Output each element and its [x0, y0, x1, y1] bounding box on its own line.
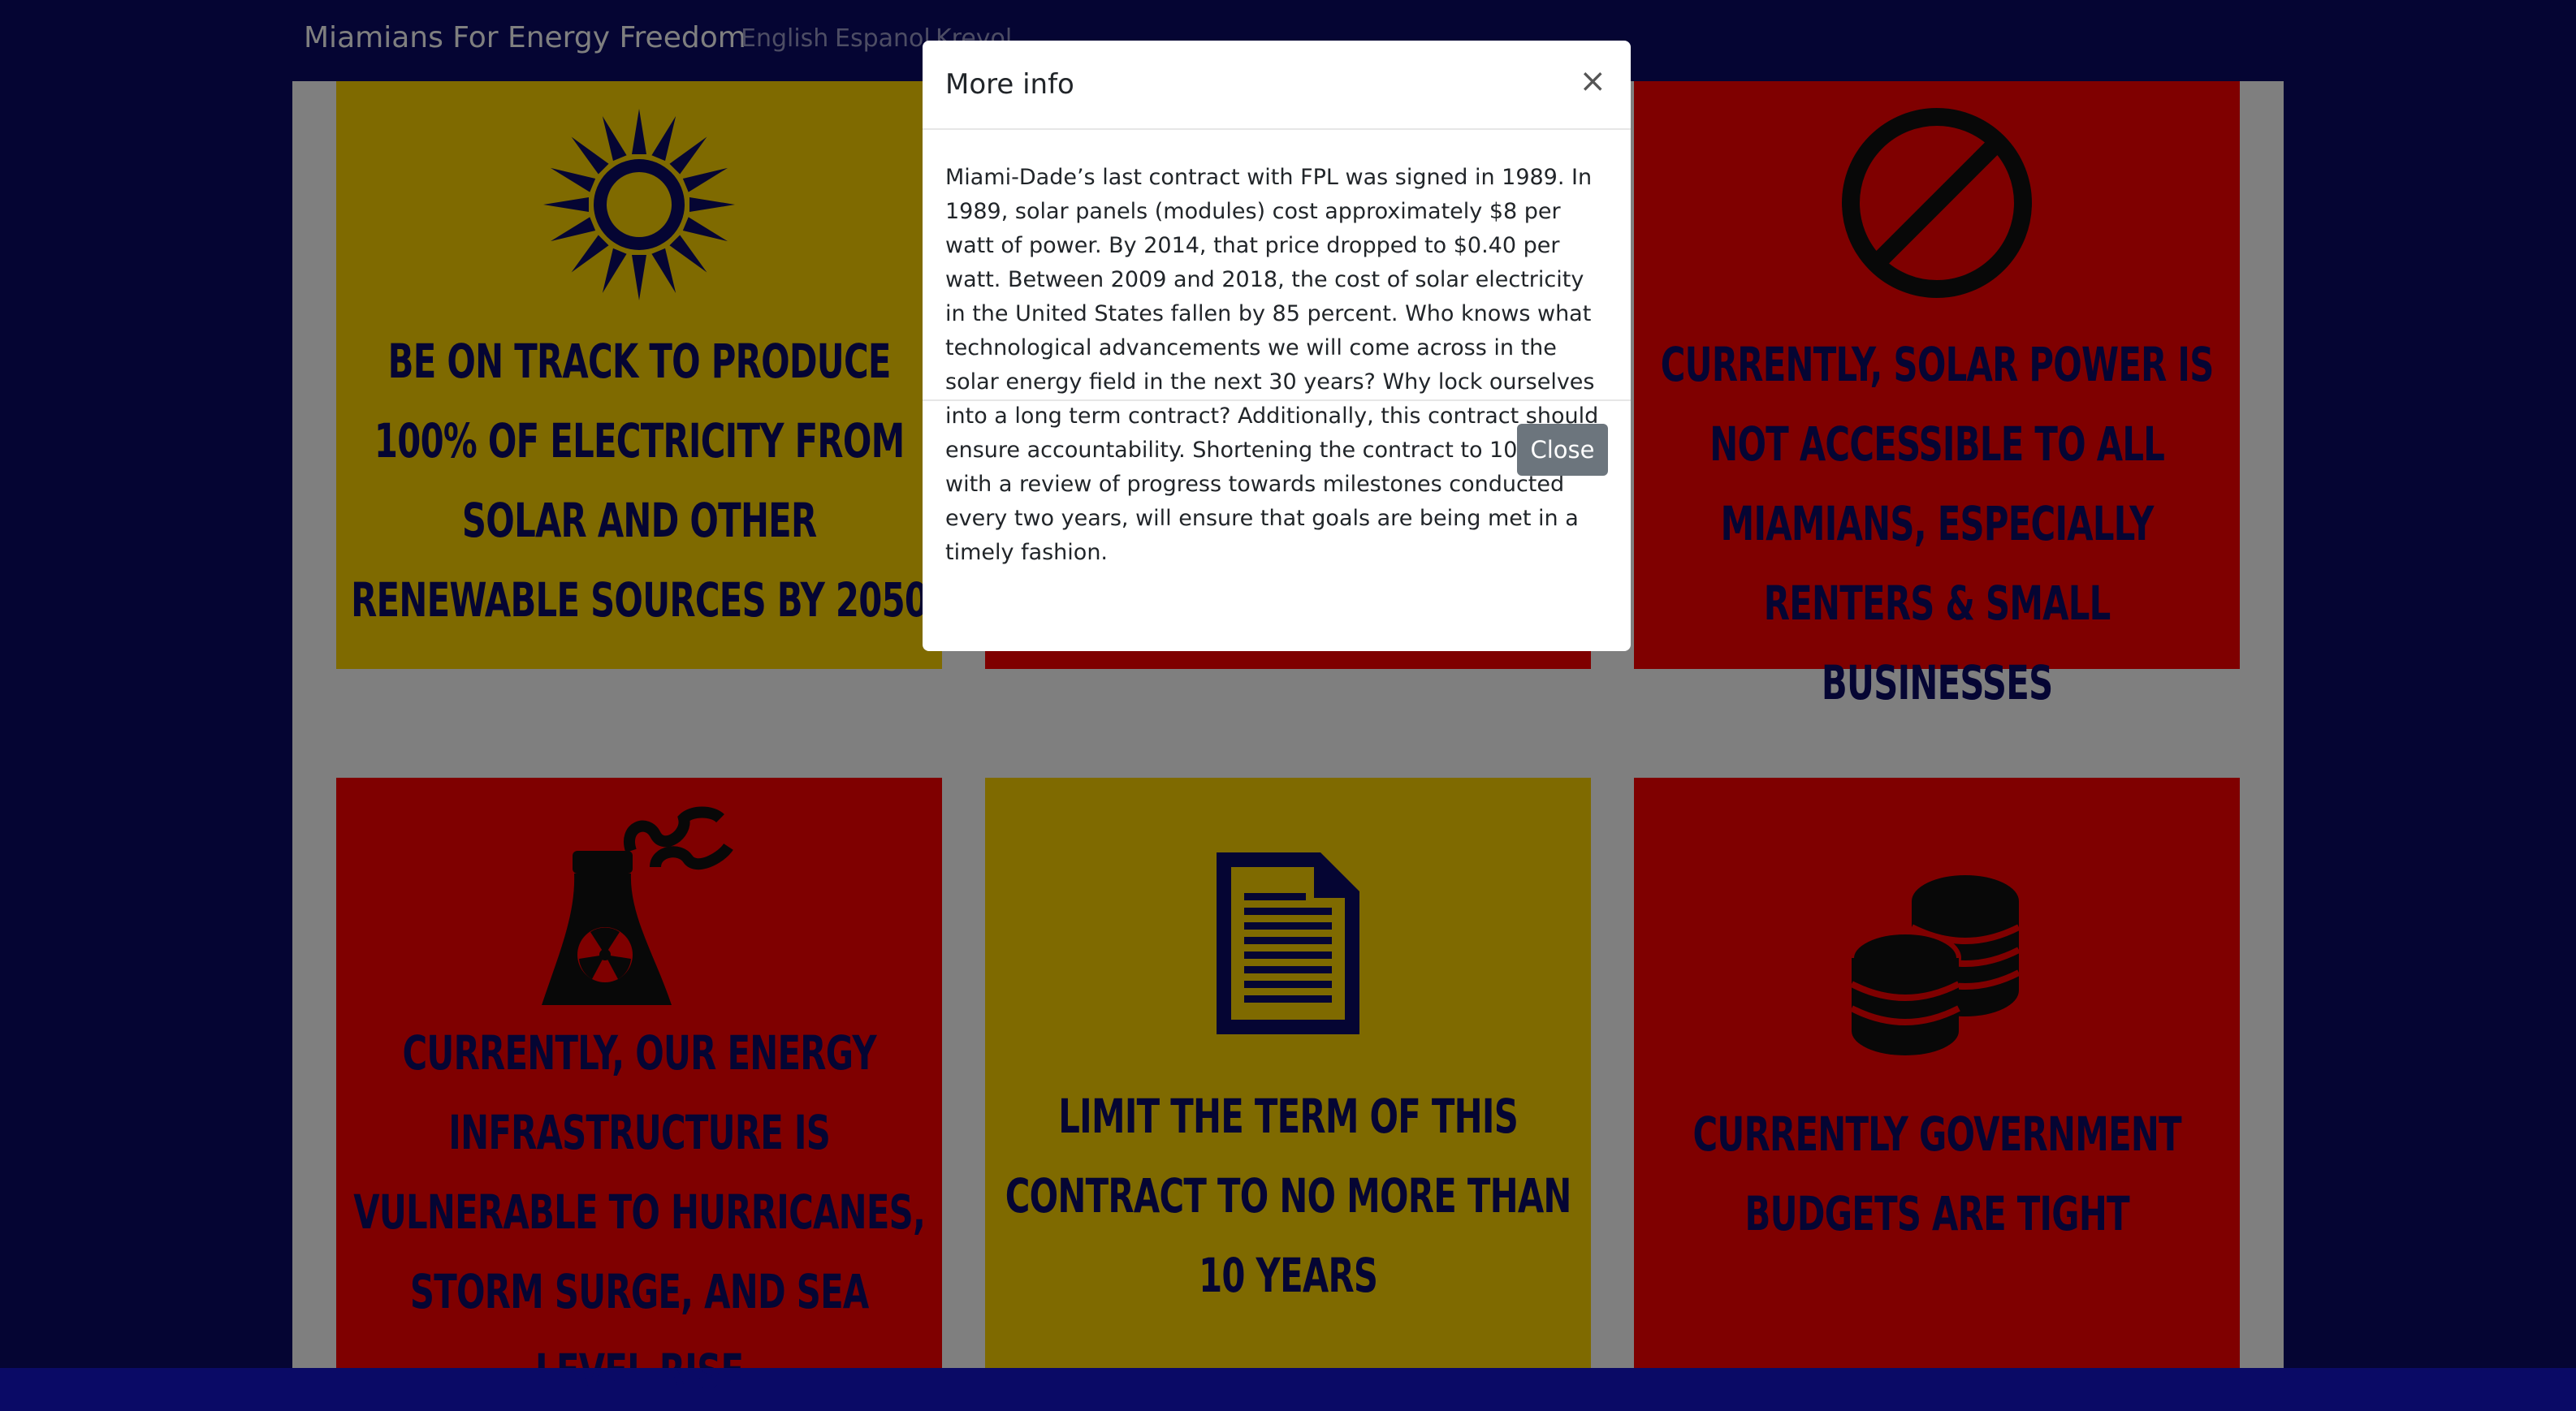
modal-title: More info [945, 68, 1074, 101]
modal-body: Miami-Dade’s last contract with FPL was … [923, 130, 1631, 565]
close-button[interactable]: Close [1517, 424, 1608, 476]
modal-footer: Close [923, 401, 1631, 498]
modal-header: More info × [923, 41, 1631, 130]
close-icon[interactable]: × [1579, 65, 1606, 97]
more-info-modal: More info × Miami-Dade’s last contract w… [923, 41, 1631, 651]
